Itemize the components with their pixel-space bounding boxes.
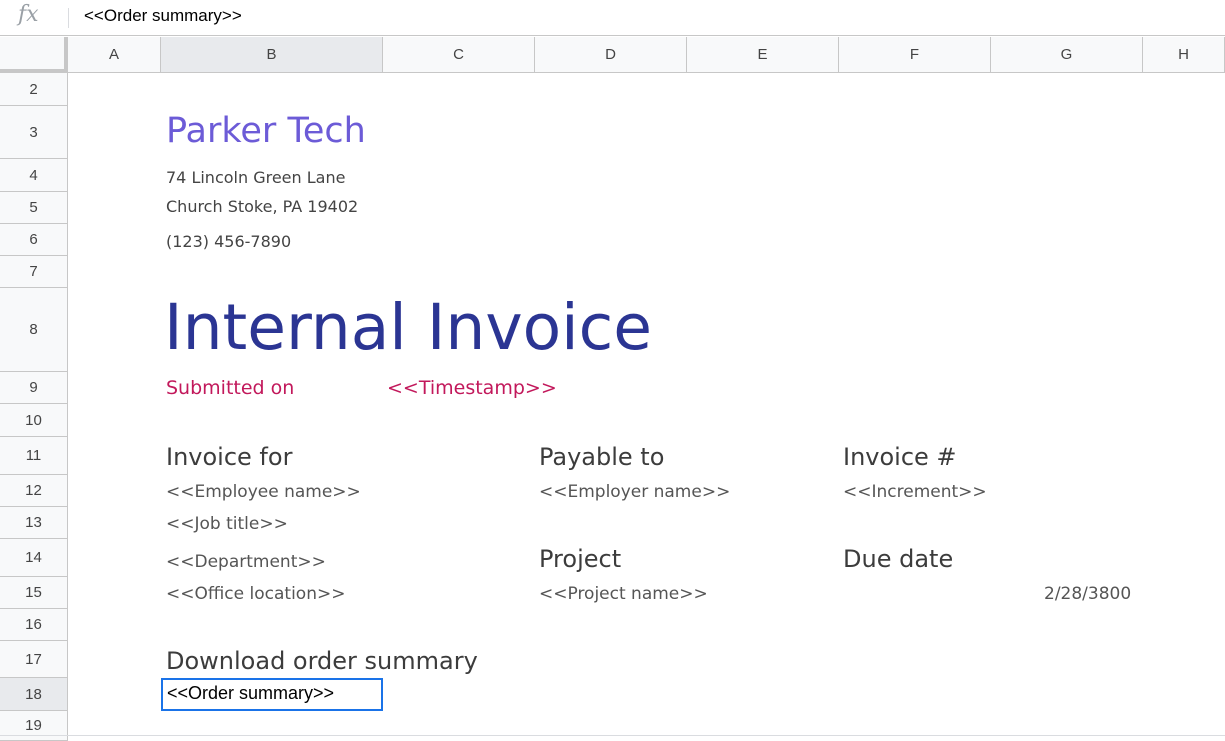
row-header-18[interactable]: 18 <box>0 678 68 711</box>
column-header-d[interactable]: D <box>535 37 687 73</box>
row-header-17[interactable]: 17 <box>0 641 68 678</box>
column-header-c[interactable]: C <box>383 37 535 73</box>
row-header-7[interactable]: 7 <box>0 256 68 288</box>
column-header-b[interactable]: B <box>161 37 383 73</box>
increment-field[interactable]: <<Increment>> <box>843 482 987 502</box>
address-line-2[interactable]: Church Stoke, PA 19402 <box>166 197 358 216</box>
project-name-field[interactable]: <<Project name>> <box>539 584 708 604</box>
invoice-number-heading[interactable]: Invoice # <box>843 443 957 471</box>
employer-name-field[interactable]: <<Employer name>> <box>539 482 730 502</box>
fx-icon: fx <box>18 2 39 27</box>
download-order-summary-heading[interactable]: Download order summary <box>166 647 478 675</box>
order-summary-field[interactable]: <<Order summary>> <box>167 683 334 704</box>
address-line-1[interactable]: 74 Lincoln Green Lane <box>166 168 345 187</box>
row-header-9[interactable]: 9 <box>0 372 68 404</box>
column-header-g[interactable]: G <box>991 37 1143 73</box>
invoice-title[interactable]: Internal Invoice <box>164 291 652 364</box>
submitted-on-label[interactable]: Submitted on <box>166 377 294 399</box>
row-header-19[interactable]: 19 <box>0 711 68 741</box>
column-header-h[interactable]: H <box>1143 37 1225 73</box>
row-header-16[interactable]: 16 <box>0 609 68 641</box>
employee-name-field[interactable]: <<Employee name>> <box>166 482 361 502</box>
project-heading[interactable]: Project <box>539 545 621 573</box>
row-header-4[interactable]: 4 <box>0 159 68 192</box>
invoice-for-heading[interactable]: Invoice for <box>166 443 292 471</box>
row-header-6[interactable]: 6 <box>0 224 68 256</box>
column-header-e[interactable]: E <box>687 37 839 73</box>
row-header-10[interactable]: 10 <box>0 404 68 437</box>
row-header-2[interactable]: 2 <box>0 73 68 106</box>
row-header-8[interactable]: 8 <box>0 288 68 372</box>
due-date-heading[interactable]: Due date <box>843 545 953 573</box>
office-location-field[interactable]: <<Office location>> <box>166 584 345 604</box>
payable-to-heading[interactable]: Payable to <box>539 443 664 471</box>
formula-input[interactable]: <<Order summary>> <box>84 6 1204 30</box>
formula-divider <box>68 8 69 28</box>
phone-number[interactable]: (123) 456-7890 <box>166 232 291 251</box>
selected-cell-b18[interactable]: <<Order summary>> <box>161 678 383 711</box>
timestamp-value[interactable]: <<Timestamp>> <box>387 377 557 399</box>
row-header-14[interactable]: 14 <box>0 539 68 577</box>
formula-bar: fx <<Order summary>> <box>0 0 1225 36</box>
company-name[interactable]: Parker Tech <box>166 111 366 151</box>
row-header-15[interactable]: 15 <box>0 577 68 609</box>
sheet-bottom-border <box>0 735 1225 736</box>
row-header-3[interactable]: 3 <box>0 106 68 159</box>
column-header-f[interactable]: F <box>839 37 991 73</box>
row-header-13[interactable]: 13 <box>0 507 68 539</box>
row-header-12[interactable]: 12 <box>0 475 68 507</box>
job-title-field[interactable]: <<Job title>> <box>166 514 288 534</box>
select-all-corner[interactable] <box>0 37 68 73</box>
department-field[interactable]: <<Department>> <box>166 552 326 572</box>
column-header-a[interactable]: A <box>68 37 161 73</box>
due-date-value[interactable]: 2/28/3800 <box>1044 584 1131 604</box>
row-header-11[interactable]: 11 <box>0 437 68 475</box>
row-header-5[interactable]: 5 <box>0 192 68 224</box>
